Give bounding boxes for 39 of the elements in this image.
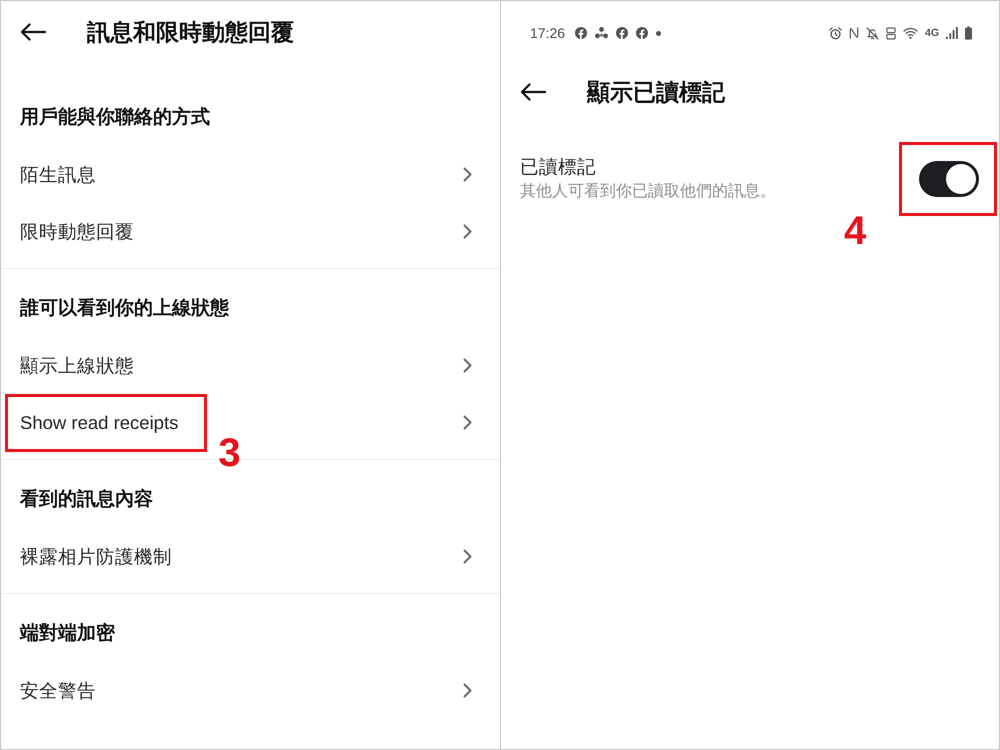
alarm-clock-icon	[828, 26, 842, 40]
three-circles-icon	[595, 27, 608, 39]
menu-item[interactable]: 裸露相片防護機制	[20, 546, 172, 568]
network-type-label: 4G	[924, 27, 939, 39]
section-heading: 看到的訊息內容	[20, 488, 153, 512]
menu-item[interactable]: 限時動態回覆	[20, 220, 134, 242]
toggle-switch[interactable]	[919, 161, 979, 197]
chevron-right-icon	[463, 683, 472, 698]
callout-number: 3	[218, 432, 241, 472]
back-arrow-icon	[20, 23, 46, 41]
section-heading: 誰可以看到你的上線狀態	[20, 296, 229, 320]
chevron-right-icon	[463, 167, 472, 182]
chevron-right-icon	[463, 358, 472, 373]
app-logo-icon	[636, 27, 648, 39]
app-logo-icon	[575, 27, 588, 39]
status-time: 17:26	[530, 25, 566, 41]
battery-icon	[965, 26, 972, 40]
nfc-icon	[848, 27, 859, 39]
menu-item[interactable]: 顯示上線狀態	[20, 354, 134, 376]
menu-item[interactable]: 安全警告	[20, 680, 96, 702]
menu-item[interactable]: 陌生訊息	[20, 164, 96, 186]
setting-description: 其他人可看到你已讀取他們的訊息。	[520, 182, 776, 202]
chevron-right-icon	[463, 415, 472, 430]
dot-icon	[656, 30, 662, 36]
section-heading: 端對端加密	[20, 622, 115, 646]
section-heading: 用戶能與你聯絡的方式	[20, 106, 210, 130]
callout-number: 4	[844, 211, 866, 251]
back-arrow-icon	[520, 83, 546, 101]
stacked-rectangles-icon	[886, 26, 896, 40]
menu-item[interactable]: Show read receipts	[20, 412, 178, 434]
page-title: 顯示已讀標記	[587, 78, 725, 107]
wifi-icon	[902, 27, 918, 39]
setting-label: 已讀標記	[520, 156, 597, 178]
muted-bell-icon	[866, 26, 879, 40]
signal-bars-icon	[946, 27, 958, 39]
page-title: 訊息和限時動態回覆	[87, 18, 294, 47]
chevron-right-icon	[463, 549, 472, 564]
app-logo-icon	[616, 27, 628, 39]
chevron-right-icon	[463, 224, 472, 239]
